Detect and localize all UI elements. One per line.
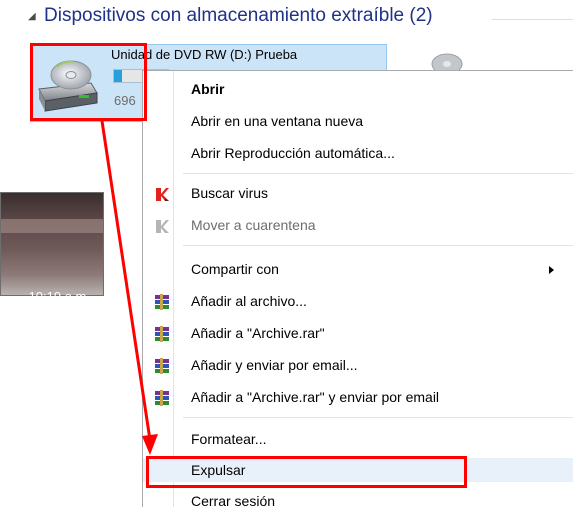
menu-item-abrir-reproduccion[interactable]: Abrir Reproducción automática... <box>143 141 573 165</box>
kaspersky-icon <box>156 188 169 201</box>
submenu-arrow-icon <box>549 266 554 274</box>
menu-item-mover-cuarentena[interactable]: Mover a cuarentena <box>143 213 573 237</box>
winrar-icon <box>155 390 169 406</box>
menu-item-label: Cerrar sesión <box>191 493 276 507</box>
menu-item-label: Compartir con <box>191 261 279 277</box>
menu-item-abrir-ventana-nueva[interactable]: Abrir en una ventana nueva <box>143 109 573 133</box>
menu-item-formatear[interactable]: Formatear... <box>143 427 573 451</box>
menu-item-anadir-enviar-email[interactable]: Añadir y enviar por email... <box>143 353 573 377</box>
menu-item-anadir-archivo[interactable]: Añadir al archivo... <box>143 289 573 313</box>
menu-item-label: Abrir en una ventana nueva <box>191 113 364 129</box>
winrar-icon <box>155 294 169 310</box>
menu-separator <box>183 417 573 418</box>
taskbar-clock[interactable]: 10:19 a.m. 31/03/2016 <box>0 284 90 326</box>
section-header[interactable]: ◢ Dispositivos con almacenamiento extraí… <box>0 0 573 40</box>
menu-item-cerrar-sesion[interactable]: Cerrar sesión <box>143 489 573 507</box>
menu-item-label: Abrir <box>191 81 225 97</box>
menu-item-label: Mover a cuarentena <box>191 217 316 233</box>
menu-item-label: Añadir al archivo... <box>191 293 307 309</box>
section-divider <box>492 19 573 20</box>
kaspersky-icon <box>156 220 169 233</box>
menu-item-label: Buscar virus <box>191 185 269 201</box>
thumbnail-band <box>1 219 103 233</box>
menu-item-label: Añadir a "Archive.rar" y enviar por emai… <box>191 389 440 405</box>
menu-item-label: Abrir Reproducción automática... <box>191 145 395 161</box>
winrar-icon <box>155 326 169 342</box>
collapse-triangle-icon[interactable]: ◢ <box>28 11 36 22</box>
context-menu: Abrir Abrir en una ventana nueva Abrir R… <box>142 70 573 507</box>
menu-item-anadir-archive-rar[interactable]: Añadir a "Archive.rar" <box>143 321 573 345</box>
video-thumbnail[interactable] <box>0 192 104 296</box>
winrar-icon <box>155 358 169 374</box>
highlight-box-drive <box>30 43 147 121</box>
menu-item-label: Formatear... <box>191 431 267 447</box>
highlight-box-expulsar <box>146 456 467 488</box>
clock-time: 10:19 a.m. <box>28 289 90 304</box>
disc-drive-icon[interactable] <box>430 50 464 70</box>
section-title: Dispositivos con almacenamiento extraíbl… <box>44 5 433 26</box>
menu-separator <box>183 173 573 174</box>
menu-separator <box>183 245 573 246</box>
clock-date: 31/03/2016 <box>24 307 90 322</box>
menu-item-buscar-virus[interactable]: Buscar virus <box>143 181 573 205</box>
menu-item-compartir-con[interactable]: Compartir con <box>143 257 573 281</box>
menu-item-label: Añadir y enviar por email... <box>191 357 358 373</box>
left-panel: 10:19 a.m. 31/03/2016 <box>0 180 104 350</box>
menu-item-abrir[interactable]: Abrir <box>143 77 573 101</box>
menu-item-anadir-archive-rar-email[interactable]: Añadir a "Archive.rar" y enviar por emai… <box>143 385 573 409</box>
menu-item-label: Añadir a "Archive.rar" <box>191 325 325 341</box>
